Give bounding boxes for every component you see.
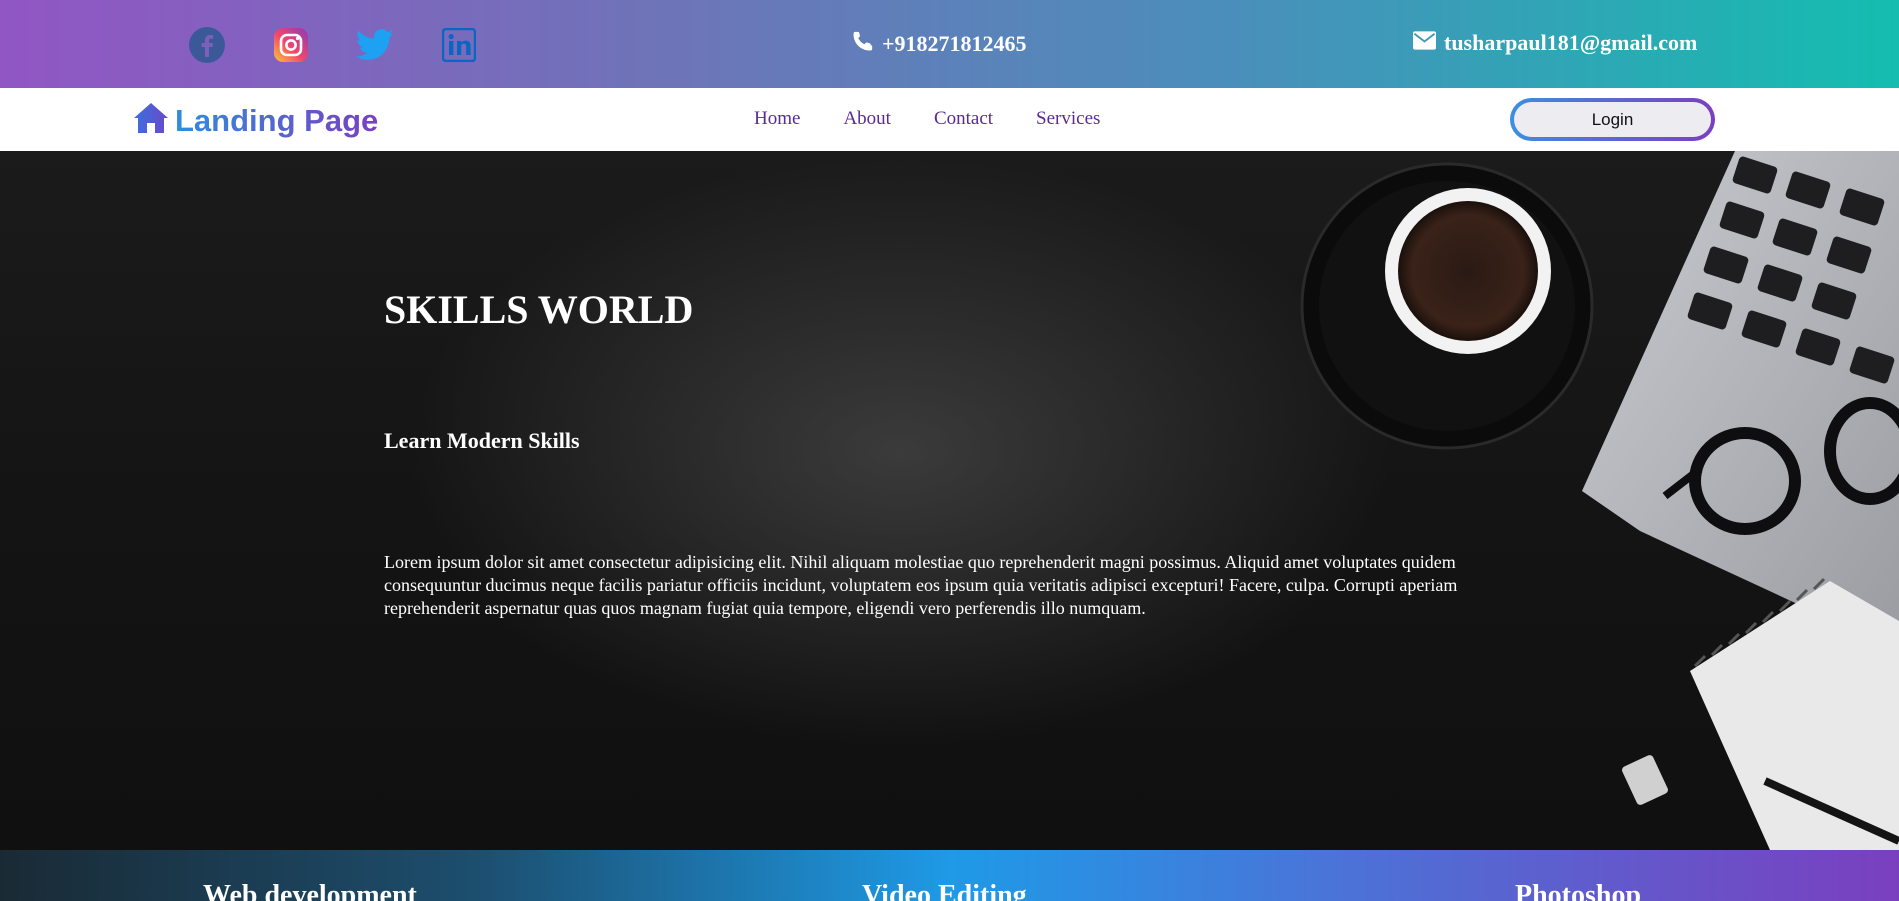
phone-icon (852, 30, 874, 58)
email-address: tusharpaul181@gmail.com (1444, 30, 1698, 55)
home-icon (133, 102, 169, 139)
skill-title-photoshop: Photoshop (1515, 880, 1642, 901)
nav-link-home[interactable]: Home (754, 108, 800, 130)
phone-number: +918271812465 (882, 31, 1027, 56)
nav-link-contact[interactable]: Contact (934, 108, 993, 130)
brand-logo[interactable]: Landing Page (133, 102, 378, 139)
twitter-icon[interactable] (355, 25, 395, 65)
skills-strip: Web development Video Editing Photoshop (0, 850, 1899, 901)
brand-title: Landing Page (175, 102, 379, 138)
instagram-icon[interactable] (271, 25, 311, 65)
skill-title-web-development: Web development (203, 880, 417, 901)
top-contact-bar: +918271812465 tusharpaul181@gmail.com (0, 0, 1899, 88)
nav-links: Home About Contact Services (754, 108, 1100, 130)
hero-title: SKILLS WORLD (384, 287, 694, 332)
email-contact[interactable]: tusharpaul181@gmail.com (1413, 30, 1697, 56)
hero-subtitle: Learn Modern Skills (384, 428, 580, 453)
nav-link-about[interactable]: About (843, 108, 891, 130)
envelope-icon (1413, 30, 1436, 56)
linkedin-icon[interactable] (439, 25, 479, 65)
hero-section: SKILLS WORLD Learn Modern Skills Lorem i… (0, 151, 1899, 850)
navbar: Landing Page Home About Contact Services… (0, 88, 1899, 151)
phone-contact[interactable]: +918271812465 (852, 30, 1027, 58)
hero-description: Lorem ipsum dolor sit amet consectetur a… (384, 552, 1458, 618)
facebook-icon[interactable] (187, 25, 227, 65)
skill-title-video-editing: Video Editing (862, 880, 1027, 901)
nav-link-services[interactable]: Services (1036, 108, 1100, 130)
hero-background-image (1300, 151, 1899, 850)
login-button[interactable]: Login (1510, 98, 1715, 141)
